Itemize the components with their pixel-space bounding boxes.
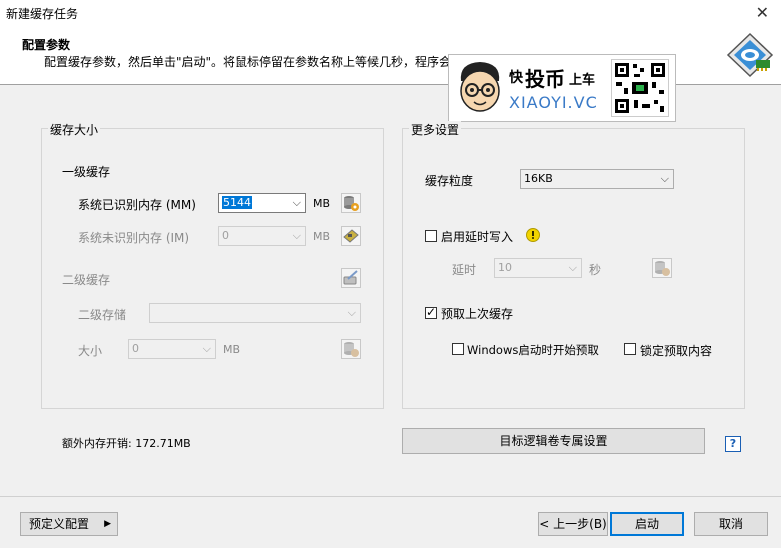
window-title: 新建缓存任务 <box>6 7 79 21</box>
granularity-combo[interactable]: 16KB ⌵ <box>520 169 674 189</box>
delay-write-checkbox[interactable] <box>425 230 437 242</box>
title-bar: 新建缓存任务 ✕ <box>0 0 781 26</box>
ad-brand-a: 快 <box>509 70 523 86</box>
help-icon[interactable]: ? <box>725 436 741 452</box>
secondary-storage-combo[interactable]: ⌵ <box>149 303 361 323</box>
database-gear-icon <box>655 261 670 276</box>
page-title: 配置参数 <box>22 38 71 52</box>
start-button[interactable]: 启动 <box>610 512 684 536</box>
prefetch-checkbox[interactable]: ✓ <box>425 305 437 319</box>
ad-brand-c: 上车 <box>569 73 596 88</box>
granularity-value: 16KB <box>524 172 553 185</box>
delay-combo[interactable]: 10 ⌵ <box>494 258 582 278</box>
cancel-label: 取消 <box>718 517 743 531</box>
unrecognized-memory-label: 系统未识别内存 (IM) <box>78 231 190 245</box>
granularity-label: 缓存粒度 <box>425 174 474 188</box>
delay-unit: 秒 <box>589 263 602 277</box>
more-settings-group-title: 更多设置 <box>409 121 462 138</box>
unrecognized-memory-unit: MB <box>313 230 331 243</box>
recognized-memory-settings-button[interactable] <box>341 193 361 213</box>
delay-settings-button[interactable] <box>652 258 672 278</box>
prefetch-label[interactable]: 预取上次缓存 <box>441 305 513 322</box>
chevron-down-icon: ⌵ <box>202 342 211 355</box>
prefetch-on-start-label[interactable]: Windows启动时开始预取 <box>467 342 599 358</box>
secondary-size-value: 0 <box>132 342 139 355</box>
close-icon[interactable]: ✕ <box>756 3 769 22</box>
level1-cache-title: 一级缓存 <box>62 165 111 179</box>
recognized-memory-label: 系统已识别内存 (MM) <box>78 198 196 212</box>
app-logo-icon <box>726 32 774 78</box>
mascot-icon <box>453 59 507 117</box>
warning-icon <box>526 228 540 242</box>
secondary-size-unit: MB <box>223 343 241 356</box>
ad-brand-b: 投币 <box>525 67 565 91</box>
recognized-memory-unit: MB <box>313 197 331 210</box>
recognized-memory-value: 5144 <box>222 196 252 209</box>
chevron-down-icon: ⌵ <box>660 172 669 185</box>
secondary-size-settings-button[interactable] <box>341 339 361 359</box>
back-label: < 上一步(B) <box>539 517 607 531</box>
extra-memory-label: 额外内存开销: 172.71MB <box>62 437 191 450</box>
database-gear-icon <box>344 196 359 211</box>
memory-chip-icon <box>343 229 359 243</box>
lock-prefetch-checkbox[interactable] <box>624 343 636 355</box>
volume-settings-button[interactable]: 目标逻辑卷专属设置 <box>402 428 705 454</box>
delay-write-label[interactable]: 启用延时写入 <box>441 228 513 245</box>
qr-code-icon <box>611 59 669 117</box>
chevron-down-icon: ⌵ <box>292 196 301 209</box>
unrecognized-memory-combo[interactable]: 0 ⌵ <box>218 226 306 246</box>
back-button[interactable]: < 上一步(B) <box>538 512 608 536</box>
preset-config-button[interactable]: 预定义配置 ▶ <box>20 512 118 536</box>
delay-label: 延时 <box>452 263 477 277</box>
unrecognized-memory-settings-button[interactable] <box>341 226 361 246</box>
triangle-right-icon: ▶ <box>104 519 111 529</box>
prefetch-on-start-checkbox[interactable] <box>452 343 464 355</box>
ad-banner: 快 投币 上车 XIAOYI.VC <box>448 54 676 122</box>
cancel-button[interactable]: 取消 <box>694 512 768 536</box>
unrecognized-memory-value: 0 <box>222 229 229 242</box>
level2-cache-title: 二级缓存 <box>62 273 111 287</box>
secondary-size-label: 大小 <box>78 344 103 358</box>
start-label: 启动 <box>634 517 659 531</box>
ad-site: XIAOYI.VC <box>509 93 598 112</box>
chevron-down-icon: ⌵ <box>568 261 577 274</box>
disk-edit-icon <box>343 270 358 285</box>
database-gear-icon <box>344 342 359 357</box>
lock-prefetch-label[interactable]: 锁定预取内容 <box>640 342 712 359</box>
secondary-size-combo[interactable]: 0 ⌵ <box>128 339 216 359</box>
help-icon-glyph: ? <box>729 437 737 450</box>
level2-cache-settings-button[interactable] <box>341 268 361 288</box>
secondary-storage-label: 二级存储 <box>78 308 127 322</box>
recognized-memory-combo[interactable]: 5144 ⌵ <box>218 193 306 213</box>
preset-config-label: 预定义配置 <box>29 517 90 531</box>
checkmark-icon: ✓ <box>426 305 437 319</box>
chevron-down-icon: ⌵ <box>347 306 356 319</box>
cache-size-group-title: 缓存大小 <box>48 121 101 138</box>
delay-value: 10 <box>498 261 512 274</box>
volume-settings-label: 目标逻辑卷专属设置 <box>499 434 608 448</box>
footer-divider <box>0 496 781 497</box>
chevron-down-icon: ⌵ <box>292 229 301 242</box>
